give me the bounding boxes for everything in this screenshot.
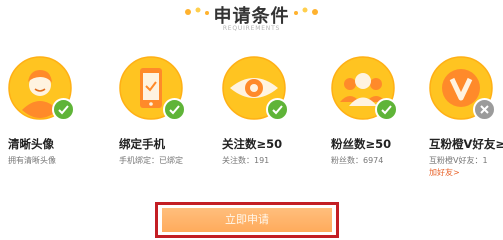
requirement-icon-wrap	[8, 56, 75, 121]
section-header: 申请条件 REQUIREMENTS	[0, 0, 503, 40]
requirement-clear-avatar: 清晰头像 拥有清晰头像	[8, 56, 104, 181]
requirement-title: 绑定手机	[119, 137, 165, 151]
requirement-follow-count: 关注数≥50 关注数：191	[222, 56, 318, 181]
requirement-desc: 拥有清晰头像	[8, 156, 56, 165]
status-done-icon	[52, 98, 75, 121]
requirement-title: 关注数≥50	[222, 137, 283, 151]
add-friend-link[interactable]: 加好友>	[429, 167, 460, 178]
requirement-title: 清晰头像	[8, 137, 54, 151]
requirement-icon-wrap	[331, 56, 398, 121]
requirement-desc: 粉丝数：6974	[331, 156, 384, 165]
apply-button-highlight: 立即申请	[155, 202, 339, 238]
requirement-icon-wrap	[222, 56, 289, 121]
apply-now-button[interactable]: 立即申请	[162, 208, 332, 232]
status-done-icon	[266, 98, 289, 121]
status-done-icon	[163, 98, 186, 121]
requirement-icon-wrap	[429, 56, 496, 121]
status-not-done-icon	[473, 98, 496, 121]
requirement-title: 粉丝数≥50	[331, 137, 392, 151]
requirement-desc: 互粉橙V好友：1	[429, 156, 488, 165]
page-subtitle: REQUIREMENTS	[222, 25, 281, 32]
requirement-bind-phone: 绑定手机 手机绑定：已绑定	[119, 56, 215, 181]
requirement-desc: 关注数：191	[222, 156, 270, 165]
requirement-fans-count: 粉丝数≥50 粉丝数：6974	[331, 56, 427, 181]
requirement-icon-wrap	[119, 56, 186, 121]
requirement-orange-v-friends: 互粉橙V好友≥2 互粉橙V好友：1 加好友>	[429, 56, 503, 181]
requirement-desc: 手机绑定：已绑定	[119, 156, 183, 165]
requirement-title: 互粉橙V好友≥2	[429, 137, 503, 151]
header-right-decoration-icon	[294, 7, 318, 15]
status-done-icon	[375, 98, 398, 121]
